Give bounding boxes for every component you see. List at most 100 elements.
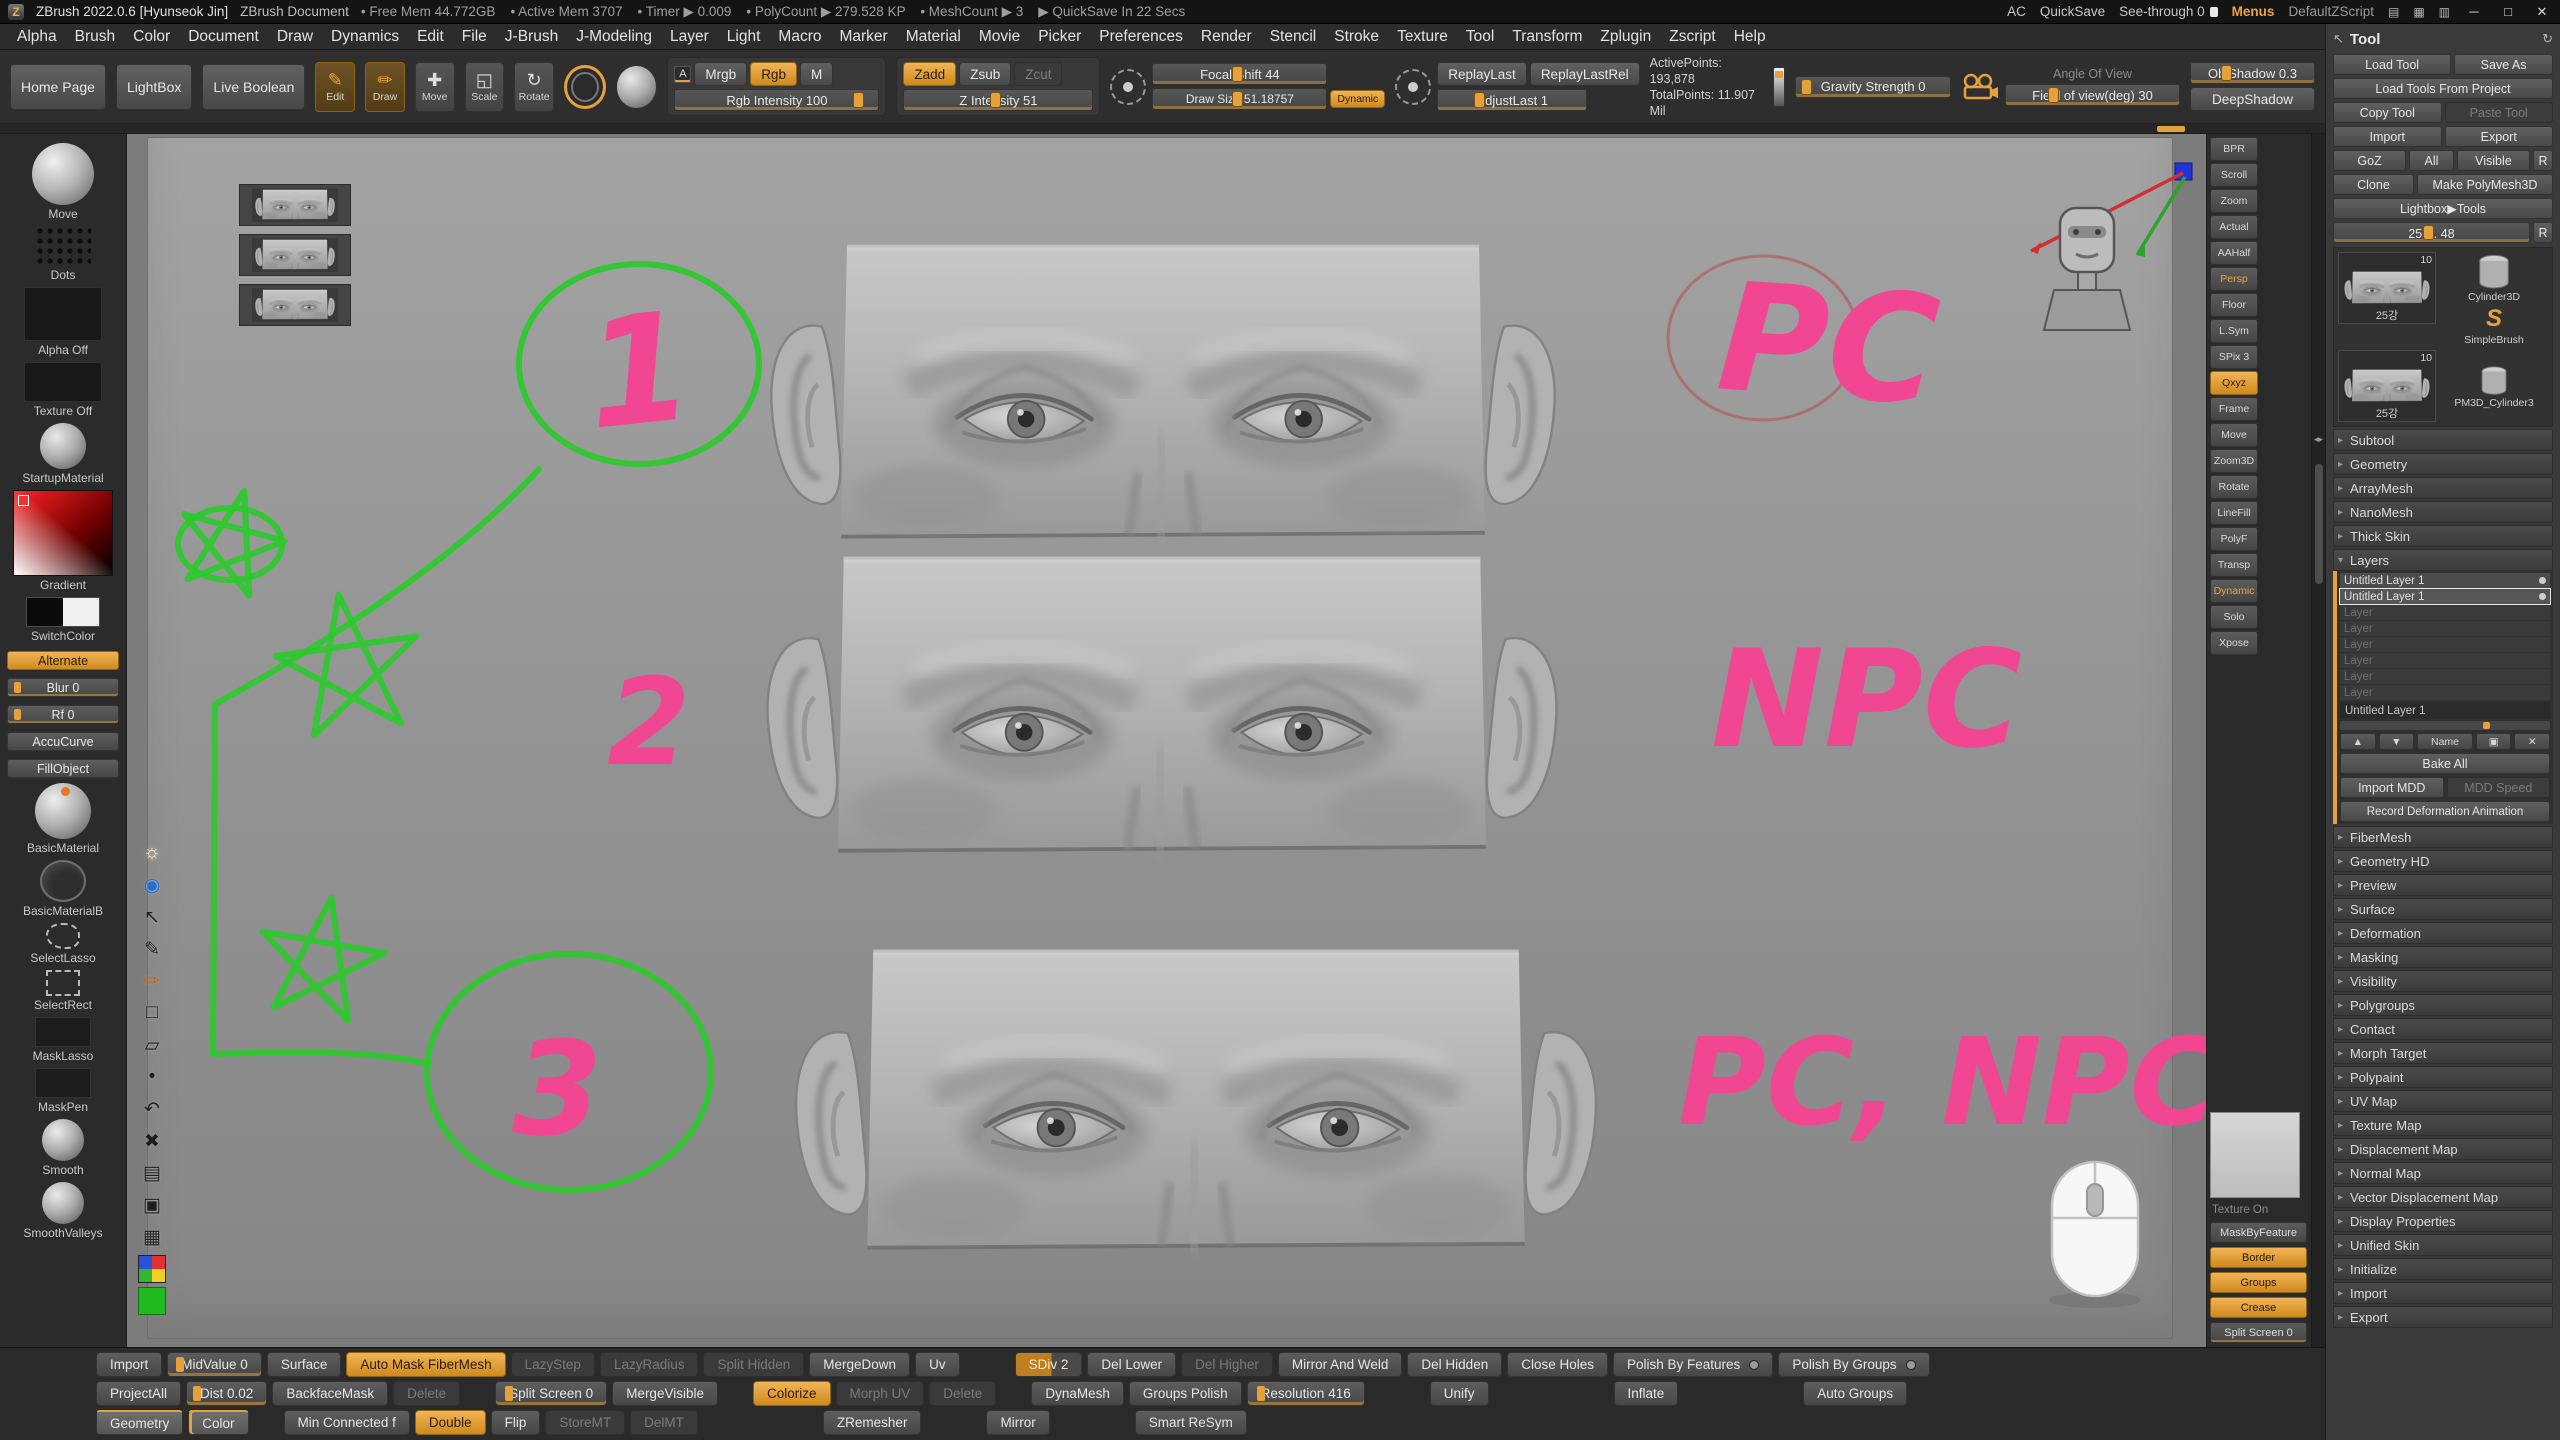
shelf-floor[interactable]: Floor [2210, 293, 2258, 317]
menu-item[interactable]: Material [897, 25, 970, 49]
layer-row[interactable]: Layer [2340, 621, 2550, 636]
shelf-solo[interactable]: Solo [2210, 605, 2258, 629]
shelf-aahalf[interactable]: AAHalf [2210, 241, 2258, 265]
layer-row[interactable]: Layer [2340, 685, 2550, 700]
tool-section[interactable]: Display Properties [2333, 1210, 2553, 1232]
goz-all-button[interactable]: All [2409, 150, 2454, 171]
menu-item[interactable]: Edit [408, 25, 453, 49]
tray-button[interactable]: Groups Polish [1129, 1381, 1242, 1406]
tray-button[interactable]: Mirror And Weld [1278, 1352, 1403, 1377]
movie-camera-icon[interactable] [1961, 73, 1999, 101]
menu-item[interactable]: Picker [1029, 25, 1090, 49]
layer-intensity-slider[interactable] [2340, 721, 2550, 730]
tray-button[interactable]: LazyRadius [600, 1352, 699, 1377]
tool-section[interactable]: Import [2333, 1282, 2553, 1304]
menu-item[interactable]: Marker [830, 25, 896, 49]
shelf-rotate[interactable]: Rotate [2210, 475, 2258, 499]
menu-item[interactable]: Zplugin [1591, 25, 1660, 49]
active-color-swatch[interactable] [138, 1287, 166, 1315]
tool-section[interactable]: Contact [2333, 1018, 2553, 1040]
shelf-scroll[interactable]: Scroll [2210, 163, 2258, 187]
current-brush-icon[interactable] [564, 65, 606, 109]
zcut-button[interactable]: Zcut [1014, 62, 1062, 86]
tool-section[interactable]: Geometry HD [2333, 850, 2553, 872]
menu-item[interactable]: Draw [268, 25, 322, 49]
cursor-icon[interactable]: ↖ [138, 903, 166, 931]
menu-item[interactable]: Color [124, 25, 179, 49]
home-page-button[interactable]: Home Page [10, 64, 106, 110]
layer-row[interactable]: Layer [2340, 653, 2550, 668]
layer-row[interactable]: Layer [2340, 637, 2550, 652]
tool-section[interactable]: Export [2333, 1306, 2553, 1328]
current-alpha-sphere-icon[interactable] [616, 65, 658, 109]
snapshot-thumb[interactable] [239, 284, 351, 326]
active-tool-thumbnail[interactable]: 10 25강 [2338, 252, 2436, 324]
menu-item[interactable]: J-Modeling [567, 25, 661, 49]
tool-section[interactable]: ArrayMesh [2333, 477, 2553, 499]
scroll-arrows-icon[interactable]: ◂▸ [2312, 434, 2325, 445]
sculpt-face-2[interactable] [735, 534, 1589, 884]
alpha-selector[interactable]: Alpha Off [4, 287, 122, 357]
menu-item[interactable]: Stroke [1325, 25, 1388, 49]
shelf-persp[interactable]: Persp [2210, 267, 2258, 291]
pencil-icon[interactable]: ✏ [138, 967, 166, 995]
tray-button[interactable]: DelMT [630, 1410, 698, 1435]
maskpen-brush[interactable]: MaskPen [4, 1068, 122, 1114]
replay-last-button[interactable]: ReplayLast [1437, 62, 1527, 86]
layer-duplicate-button[interactable]: ▣ [2476, 733, 2512, 750]
tool-section-layers[interactable]: Layers [2333, 549, 2553, 571]
tool-slider[interactable]: 25강. 48 [2333, 222, 2530, 243]
ac-toggle[interactable]: AC [2007, 4, 2026, 19]
mdd-speed-button[interactable]: MDD Speed [2447, 777, 2551, 798]
goz-button[interactable]: GoZ [2333, 150, 2406, 171]
print-icon[interactable]: ▤ [138, 1159, 166, 1187]
replay-icon[interactable] [1395, 69, 1431, 105]
selectlasso-brush[interactable]: SelectLasso [4, 923, 122, 965]
sculpt-face-1[interactable] [739, 230, 1587, 562]
shelf-actual[interactable]: Actual [2210, 215, 2258, 239]
tray-button[interactable]: Dist 0.02 [186, 1381, 267, 1406]
tray-button[interactable]: Auto Mask FiberMesh [346, 1352, 505, 1377]
layer-name-field[interactable]: Untitled Layer 1 [2340, 702, 2550, 719]
shelf-xpose[interactable]: Xpose [2210, 631, 2258, 655]
tool-move-preview[interactable]: Move [4, 143, 122, 221]
highlighter-pin-icon[interactable]: ☼ [138, 839, 166, 867]
shelf-zoom3d[interactable]: Zoom3D [2210, 449, 2258, 473]
menu-item[interactable]: Movie [970, 25, 1029, 49]
accucurve-button[interactable]: AccuCurve [4, 729, 122, 751]
layer-name-button[interactable]: Name [2417, 733, 2473, 750]
tool-section[interactable]: NanoMesh [2333, 501, 2553, 523]
close-button[interactable]: ✕ [2532, 4, 2552, 20]
tray-button[interactable]: Resolution 416 [1247, 1381, 1365, 1406]
tool-item-pm3d-cylinder[interactable]: PM3D_Cylinder3 [2440, 350, 2548, 422]
tray-button[interactable]: Flip [491, 1410, 541, 1435]
tool-section[interactable]: Preview [2333, 874, 2553, 896]
tray-button[interactable]: Del Higher [1181, 1352, 1273, 1377]
tray-button[interactable]: Unify [1430, 1381, 1489, 1406]
see-through-knob[interactable] [2210, 7, 2218, 17]
panel-refresh-icon[interactable]: ↻ [2542, 31, 2553, 47]
menu-item[interactable]: Render [1192, 25, 1261, 49]
tray-button[interactable]: ProjectAll [96, 1381, 181, 1406]
focal-shift-slider[interactable]: Focal Shift 44 [1152, 63, 1327, 85]
gallery-icon[interactable]: ▦ [138, 1223, 166, 1251]
tray-button[interactable]: Del Lower [1087, 1352, 1176, 1377]
pen-icon[interactable]: ✎ [138, 935, 166, 963]
shelf-linefill[interactable]: LineFill [2210, 501, 2258, 525]
tray-button[interactable]: Split Screen 0 [495, 1381, 607, 1406]
shelf-lsym[interactable]: L.Sym [2210, 319, 2258, 343]
make-polymesh3d-button[interactable]: Make PolyMesh3D [2417, 174, 2553, 195]
crease-toggle[interactable]: Crease [2210, 1297, 2307, 1318]
groups-toggle[interactable]: Groups [2210, 1272, 2307, 1293]
tray-button[interactable]: Delete [393, 1381, 460, 1406]
layer-row[interactable]: Untitled Layer 1 [2340, 589, 2550, 604]
scale-mode-button[interactable]: ◱ Scale [465, 62, 505, 112]
tool-section[interactable]: Vector Displacement Map [2333, 1186, 2553, 1208]
tool-slider-r-button[interactable]: R [2533, 222, 2553, 243]
shelf-dynamic[interactable]: Dynamic [2210, 579, 2258, 603]
tray-button[interactable]: Close Holes [1507, 1352, 1608, 1377]
deep-shadow-button[interactable]: DeepShadow [2190, 87, 2315, 111]
shelf-polyf[interactable]: PolyF [2210, 527, 2258, 551]
tool-section[interactable]: Geometry [2333, 453, 2553, 475]
tray-button[interactable]: Import [96, 1352, 162, 1377]
